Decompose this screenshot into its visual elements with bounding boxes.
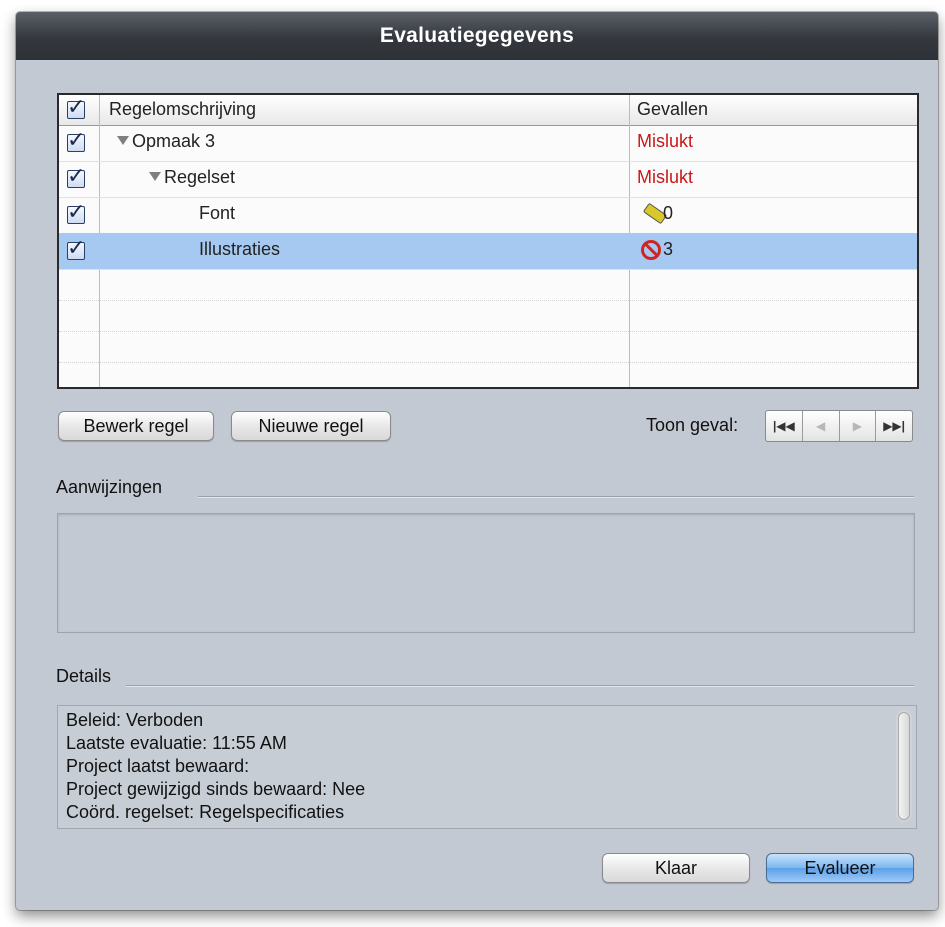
details-textbox[interactable]: Beleid: Verboden Laatste evaluatie: 11:5… (57, 705, 917, 829)
hints-textbox[interactable] (57, 513, 915, 633)
table-row-selected[interactable]: ✓ Illustraties 3 (59, 233, 917, 270)
row-status: Mislukt (637, 131, 694, 151)
row-count: 0 (663, 203, 674, 223)
column-header-cases[interactable]: Gevallen (637, 99, 708, 120)
row-label: Font (199, 203, 236, 223)
empty-row (59, 331, 917, 363)
disclosure-triangle-icon[interactable] (117, 136, 129, 145)
previous-case-icon[interactable]: ◀ (803, 411, 840, 441)
evaluate-button[interactable]: Evalueer (766, 853, 914, 883)
scrollbar-thumb[interactable] (898, 712, 910, 820)
table-header: ✓ Regelomschrijving Gevallen (59, 95, 917, 126)
details-scrollbar[interactable] (896, 710, 912, 822)
details-line: Laatste evaluatie: 11:55 AM (66, 733, 287, 753)
row-checkbox[interactable]: ✓ (67, 201, 85, 224)
row-count: 3 (663, 239, 674, 259)
new-rule-button[interactable]: Nieuwe regel (231, 411, 391, 441)
last-case-icon[interactable]: ▶▶| (876, 411, 912, 441)
row-label: Regelset (164, 167, 236, 187)
next-case-icon[interactable]: ▶ (840, 411, 877, 441)
column-header-description[interactable]: Regelomschrijving (109, 99, 256, 120)
details-label: Details (56, 666, 112, 686)
empty-row (59, 269, 917, 301)
row-checkbox[interactable]: ✓ (67, 165, 85, 188)
row-checkbox[interactable]: ✓ (67, 237, 85, 260)
empty-row (59, 300, 917, 332)
show-case-label: Toon geval: (646, 415, 739, 435)
details-line: Coörd. regelset: Regelspecificaties (66, 802, 345, 822)
forbidden-icon (641, 240, 661, 260)
hints-label: Aanwijzingen (56, 477, 163, 497)
dialog-title: Evaluatiegegevens (16, 12, 938, 60)
row-label: Opmaak 3 (132, 131, 216, 151)
rules-table: ✓ Regelomschrijving Gevallen ✓ Opmaak 3 … (57, 93, 919, 389)
details-line: Beleid: Verboden (66, 710, 204, 730)
details-line: Project laatst bewaard: (66, 756, 250, 776)
row-label: Illustraties (199, 239, 281, 259)
row-status: Mislukt (637, 167, 694, 187)
done-button[interactable]: Klaar (602, 853, 750, 883)
row-checkbox[interactable]: ✓ (67, 129, 85, 152)
table-row[interactable]: ✓ Font 0 (59, 197, 917, 234)
evaluation-dialog: Evaluatiegegevens ✓ Regelomschrijving Ge… (16, 12, 938, 910)
edit-rule-button[interactable]: Bewerk regel (58, 411, 214, 441)
disclosure-triangle-icon[interactable] (149, 172, 161, 181)
first-case-icon[interactable]: |◀◀ (766, 411, 803, 441)
case-navigation: |◀◀ ◀ ▶ ▶▶| (765, 410, 913, 442)
table-row[interactable]: ✓ Opmaak 3 Mislukt (59, 125, 917, 162)
table-row[interactable]: ✓ Regelset Mislukt (59, 161, 917, 198)
details-line: Project gewijzigd sinds bewaard: Nee (66, 779, 366, 799)
header-select-all-checkbox[interactable]: ✓ (67, 96, 85, 119)
